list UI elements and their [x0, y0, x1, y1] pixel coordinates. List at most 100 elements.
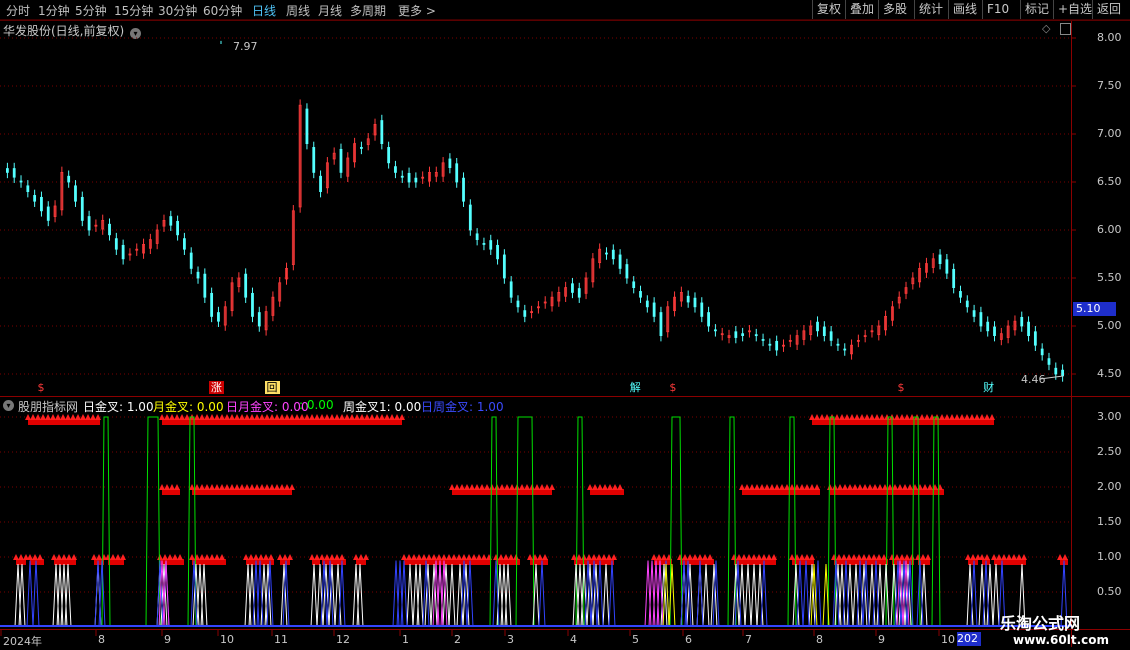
candle: [584, 272, 588, 300]
x-tick-label: 2: [454, 633, 461, 646]
candle: [489, 234, 493, 255]
candle: [550, 291, 554, 312]
indicator-tick-label: 0.50: [1097, 585, 1122, 598]
watermark-url: www.60lt.com: [1013, 633, 1110, 647]
candle: [360, 141, 363, 155]
candle: [577, 282, 581, 303]
candle: [108, 218, 111, 241]
candle: [1061, 364, 1064, 382]
candle: [332, 147, 336, 165]
candle: [509, 276, 513, 303]
indicator-spike: [744, 563, 752, 628]
candle: [366, 133, 370, 151]
candle: [353, 137, 356, 168]
candle: [986, 316, 990, 337]
candle: [434, 166, 438, 182]
candle: [394, 160, 397, 179]
candle: [754, 328, 758, 342]
candle: [169, 210, 173, 231]
candle: [285, 262, 288, 285]
candle: [1047, 352, 1051, 371]
candle: [305, 103, 309, 150]
candle: [543, 296, 547, 309]
candle: [155, 224, 159, 250]
candle: [632, 276, 636, 294]
indicator-item-2: 日月金叉: 0.00: [226, 400, 309, 414]
candle: [462, 172, 465, 207]
candle: [475, 228, 479, 246]
event-marker-3[interactable]: 解: [630, 381, 641, 394]
signal-arrow-row: [739, 484, 820, 495]
event-marker-4[interactable]: $: [669, 381, 676, 394]
candle: [414, 172, 418, 188]
chevron-down-icon[interactable]: ▾: [3, 400, 14, 411]
x-tick-label: 8: [816, 633, 823, 646]
candle: [162, 214, 166, 232]
chart-canvas: [0, 20, 1130, 647]
candle: [516, 295, 520, 313]
indicator-spike: [992, 563, 1000, 628]
indicator-spike: [602, 563, 610, 628]
candle: [407, 167, 411, 188]
candle: [1040, 343, 1044, 361]
candle: [114, 232, 118, 255]
candle: [80, 191, 84, 227]
candle: [625, 258, 629, 284]
indicator-name[interactable]: 股朋指标网: [18, 398, 78, 415]
candle: [278, 277, 282, 307]
candle: [373, 118, 377, 141]
candle: [768, 338, 772, 351]
candle: [1013, 315, 1017, 336]
candle: [455, 158, 459, 188]
candle: [952, 263, 956, 294]
candle: [863, 329, 867, 343]
candle: [999, 327, 1003, 346]
event-marker-6[interactable]: 财: [983, 381, 994, 394]
candle: [775, 335, 779, 356]
signal-arrow-row: [809, 414, 995, 425]
candle: [251, 287, 254, 323]
indicator-tick-label: 3.00: [1097, 410, 1122, 423]
candle: [387, 141, 391, 169]
indicator-spike: [448, 563, 456, 628]
candle: [1033, 326, 1037, 351]
candle: [468, 199, 472, 236]
candle: [809, 320, 813, 341]
candle: [176, 215, 179, 241]
candle: [925, 257, 928, 278]
event-marker-5[interactable]: $: [897, 381, 904, 394]
candle: [537, 301, 540, 314]
candle: [734, 326, 738, 344]
candle: [802, 325, 806, 346]
candle: [748, 325, 751, 338]
event-marker-0[interactable]: $: [37, 381, 44, 394]
candle: [564, 281, 568, 302]
x-tick-label: 5: [632, 633, 639, 646]
indicator-tick-label: 2.00: [1097, 480, 1122, 493]
candle: [230, 277, 234, 317]
signal-arrow-row: [965, 554, 981, 565]
indicator-spike: [696, 560, 704, 628]
candle: [244, 268, 248, 303]
signal-arrow-row: [105, 554, 126, 565]
candle: [135, 243, 139, 256]
signal-arrow-row: [587, 484, 624, 495]
last-price-box: 5.10: [1073, 302, 1116, 316]
price-tick-label: 8.00: [1097, 31, 1122, 44]
price-tick-label: 6.00: [1097, 223, 1122, 236]
candle: [346, 152, 350, 182]
signal-arrow-row: [159, 484, 180, 495]
indicator-item-0: 日金叉: 1.00: [83, 400, 154, 414]
candle: [298, 99, 302, 213]
candle: [325, 157, 329, 194]
candle: [482, 237, 486, 251]
candle: [12, 162, 16, 183]
signal-arrow-row: [401, 554, 492, 565]
indicator-item-1: 月金叉: 0.00: [153, 400, 224, 414]
high-price-label: 7.97: [233, 40, 258, 53]
x-tick-label: 11: [274, 633, 288, 646]
x-tick-label: 1: [402, 633, 409, 646]
event-marker-1[interactable]: 涨: [208, 381, 224, 394]
event-marker-2[interactable]: 回: [264, 381, 280, 394]
candle: [121, 239, 125, 265]
